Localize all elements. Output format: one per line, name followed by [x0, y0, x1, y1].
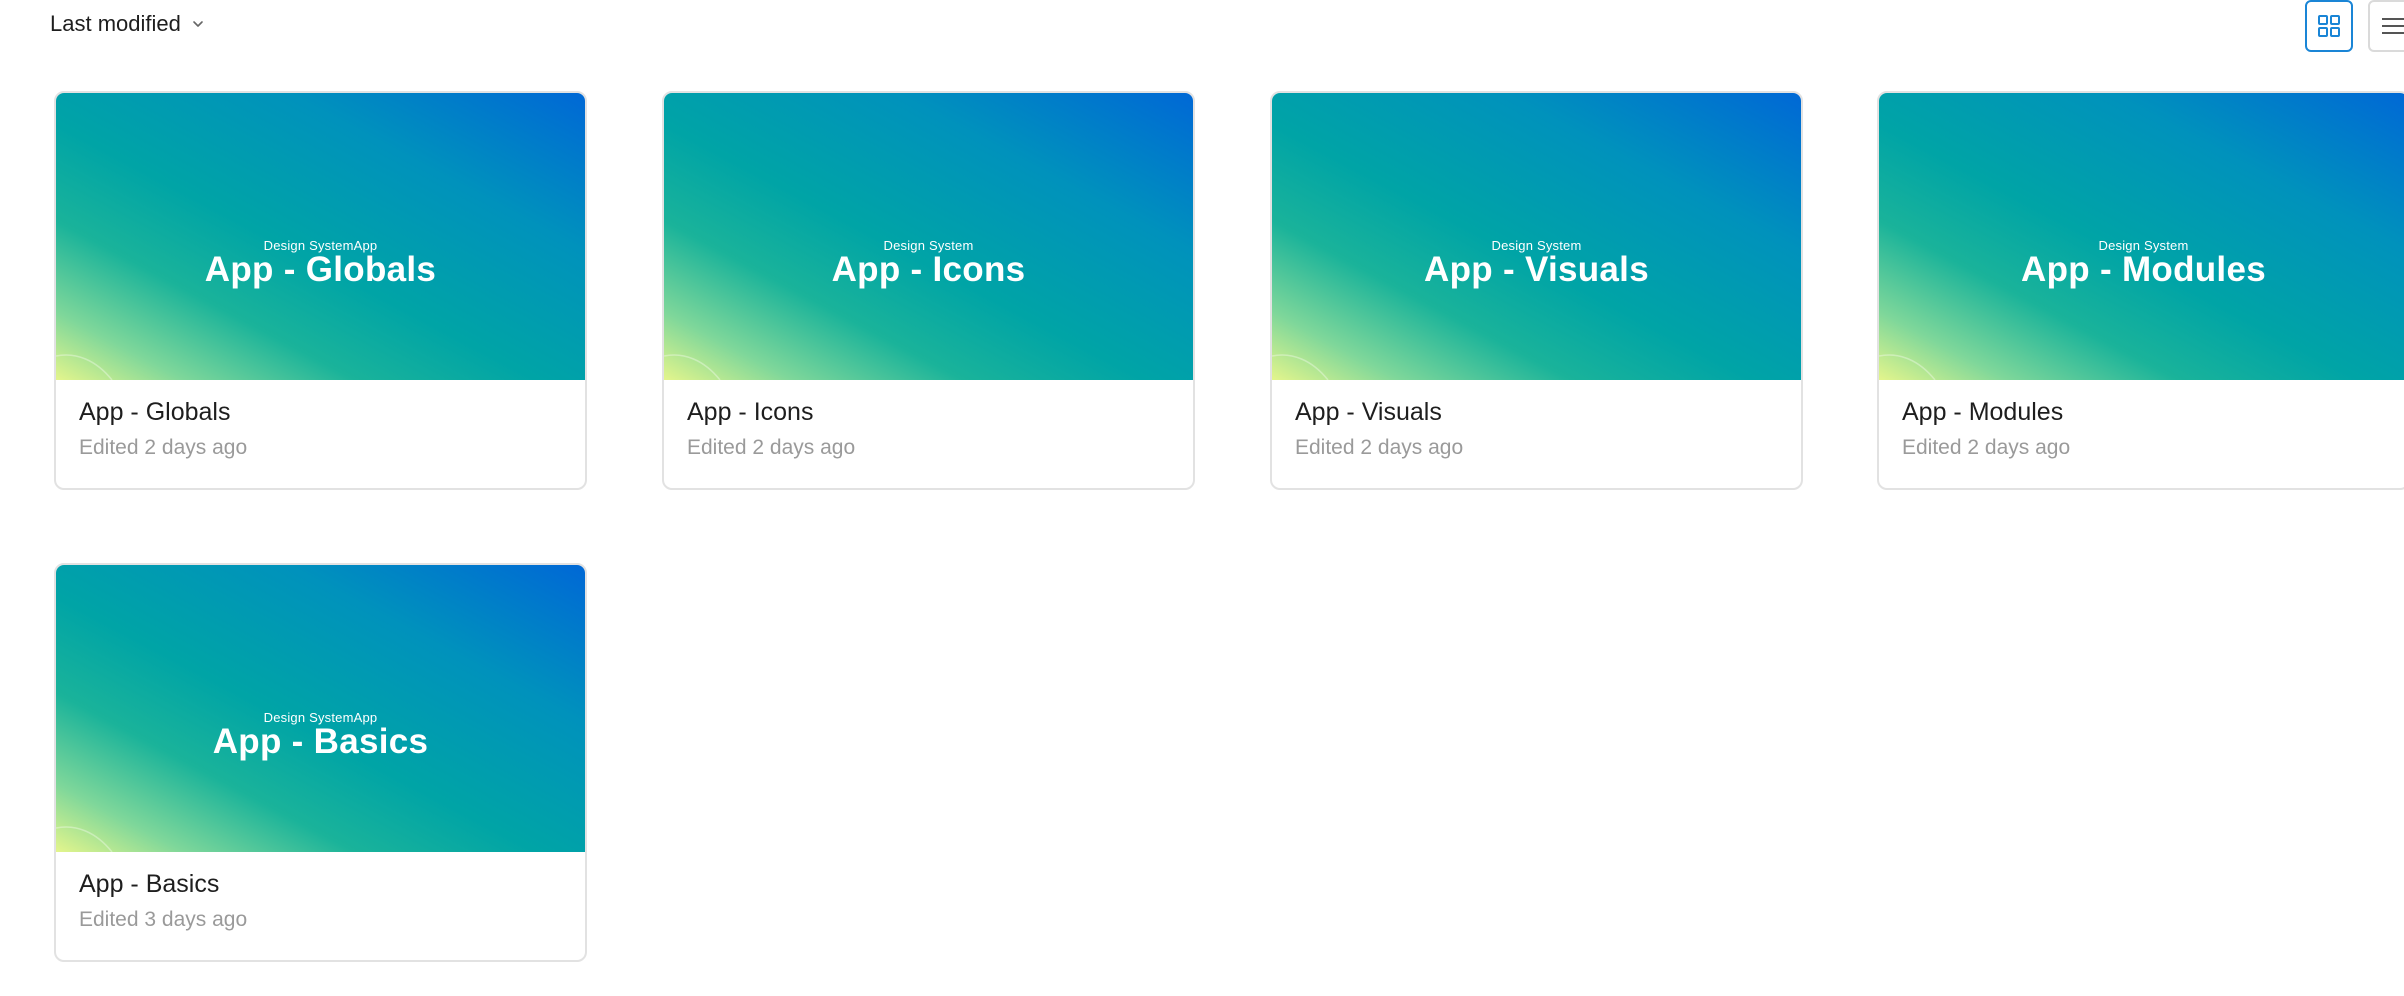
file-name: App - Basics [79, 870, 220, 898]
file-name: App - Icons [687, 398, 814, 426]
list-view-icon [2380, 14, 2404, 38]
file-card[interactable]: Design SystemApp App - Basics App - Basi… [54, 563, 587, 962]
thumbnail-title: App - Icons [831, 250, 1026, 289]
file-meta: App - Modules Edited 2 days ago [1879, 380, 2404, 488]
file-edited: Edited 2 days ago [687, 436, 856, 459]
file-edited: Edited 3 days ago [79, 908, 248, 931]
file-thumbnail: Design System App - Modules [1879, 93, 2404, 380]
file-thumbnail: Design SystemApp App - Globals [56, 93, 585, 380]
thumbnail-title: App - Globals [204, 250, 437, 289]
thumbnail-title: App - Visuals [1424, 250, 1649, 289]
file-browser: Last modified Design SystemApp App - Glo… [0, 0, 2404, 996]
grid-view-button[interactable] [2305, 0, 2353, 52]
file-name: App - Globals [79, 398, 231, 426]
file-edited: Edited 2 days ago [79, 436, 248, 459]
sort-label: Last modified [50, 11, 181, 36]
file-edited: Edited 2 days ago [1902, 436, 2071, 459]
file-card[interactable]: Design SystemApp App - Globals App - Glo… [54, 91, 587, 490]
file-card[interactable]: Design System App - Icons App - Icons Ed… [662, 91, 1195, 490]
file-thumbnail: Design SystemApp App - Basics [56, 565, 585, 852]
file-card[interactable]: Design System App - Modules App - Module… [1877, 91, 2404, 490]
file-meta: App - Icons Edited 2 days ago [664, 380, 1193, 488]
file-card[interactable]: Design System App - Visuals App - Visual… [1270, 91, 1803, 490]
thumbnail-title: App - Basics [212, 722, 429, 761]
decorative-swoosh [56, 354, 113, 380]
decorative-swoosh [1272, 354, 1329, 380]
file-meta: App - Globals Edited 2 days ago [56, 380, 585, 488]
file-meta: App - Visuals Edited 2 days ago [1272, 380, 1801, 488]
thumbnail-title: App - Modules [2021, 250, 2266, 289]
sort-dropdown[interactable]: Last modified [50, 8, 205, 40]
file-thumbnail: Design System App - Visuals [1272, 93, 1801, 380]
file-meta: App - Basics Edited 3 days ago [56, 852, 585, 960]
decorative-swoosh [1879, 354, 1936, 380]
list-view-button[interactable] [2368, 0, 2404, 52]
decorative-swoosh [56, 826, 113, 852]
file-thumbnail: Design System App - Icons [664, 93, 1193, 380]
chevron-down-icon [191, 17, 205, 31]
file-name: App - Visuals [1295, 398, 1442, 426]
file-edited: Edited 2 days ago [1295, 436, 1464, 459]
decorative-swoosh [664, 354, 721, 380]
grid-view-icon [2317, 14, 2341, 38]
file-name: App - Modules [1902, 398, 2064, 426]
